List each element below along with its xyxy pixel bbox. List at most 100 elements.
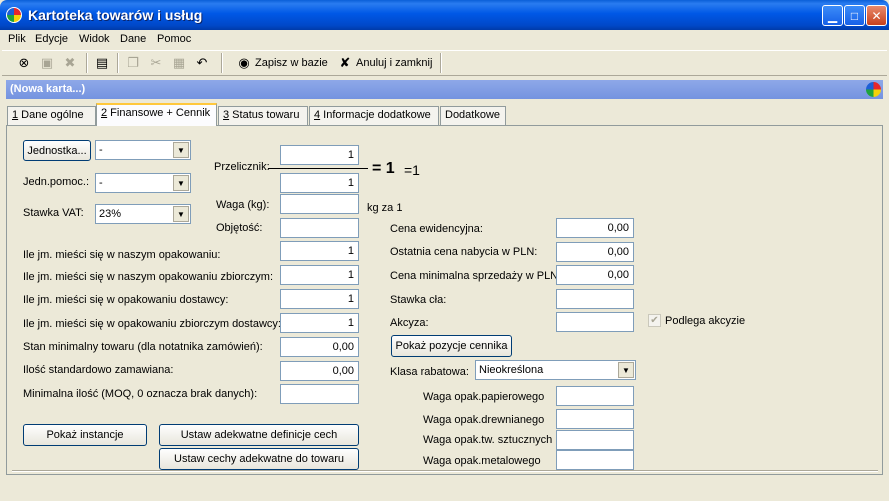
conversion-denominator-input[interactable]: 1 xyxy=(280,173,359,193)
packing-input[interactable]: 1 xyxy=(280,313,359,333)
weight-label: Waga (kg): xyxy=(216,199,270,211)
app-icon xyxy=(6,7,22,23)
price-input[interactable]: 0,00 xyxy=(556,265,634,285)
volume-input[interactable] xyxy=(280,218,359,238)
pack-weight-label: Waga opak.papierowego xyxy=(423,391,545,403)
menu-pomoc[interactable]: Pomoc xyxy=(157,33,191,45)
set-features-button[interactable]: Ustaw cechy adekwatne do towaru xyxy=(159,448,359,470)
conversion-result-small: =1 xyxy=(404,162,420,178)
aux-unit-label: Jedn.pomoc.: xyxy=(23,176,90,188)
close-icon: ✕ xyxy=(871,8,882,23)
discount-combo[interactable]: Nieokreślona ▼ xyxy=(475,360,636,380)
discount-label: Klasa rabatowa: xyxy=(390,366,469,378)
std-order-label: Ilość standardowo zamawiana: xyxy=(23,364,174,376)
show-instances-button[interactable]: Pokaż instancje xyxy=(23,424,147,446)
price-input[interactable]: 0,00 xyxy=(556,218,634,238)
copy-icon[interactable]: ❐ xyxy=(124,54,142,72)
pack-weight-label: Waga opak.drewnianego xyxy=(423,414,545,426)
discount-value: Nieokreślona xyxy=(479,364,544,376)
menu-widok[interactable]: Widok xyxy=(79,33,110,45)
pack-weight-input[interactable] xyxy=(556,430,634,450)
excise-input[interactable] xyxy=(556,312,634,332)
status-icon xyxy=(866,82,881,97)
weight-input[interactable] xyxy=(280,194,359,214)
price-label: Cena ewidencyjna: xyxy=(390,223,483,235)
packing-label: Ile jm. mieści się w naszym opakowaniu: xyxy=(23,249,221,261)
min-stock-input[interactable]: 0,00 xyxy=(280,337,359,357)
aux-unit-value: - xyxy=(99,177,103,189)
undo-icon[interactable]: ↶ xyxy=(193,54,211,72)
vat-value: 23% xyxy=(99,208,122,220)
pack-weight-input[interactable] xyxy=(556,386,634,406)
min-stock-label: Stan minimalny towaru (dla notatnika zam… xyxy=(23,341,263,353)
pack-weight-label: Waga opak.tw. sztucznych xyxy=(423,434,553,446)
tab-label: Dane ogólne xyxy=(18,109,84,121)
pack-weight-input[interactable] xyxy=(556,450,634,470)
moq-label: Minimalna ilość (MOQ, 0 oznacza brak dan… xyxy=(23,388,258,400)
excise-checkbox[interactable]: ✔ xyxy=(648,314,661,327)
pack-weight-label: Waga opak.metalowego xyxy=(423,455,541,467)
weight-suffix: kg za 1 xyxy=(367,202,403,214)
close-button[interactable]: ✕ xyxy=(866,5,887,26)
set-definitions-button[interactable]: Ustaw adekwatne definicje cech xyxy=(159,424,359,446)
record-band: (Nowa karta...) xyxy=(6,80,883,99)
toolbar-separator xyxy=(86,53,88,73)
vat-label: Stawka VAT: xyxy=(23,207,84,219)
cancel-icon: ✘ xyxy=(339,55,351,70)
duty-label: Stawka cła: xyxy=(390,294,447,306)
menu-plik[interactable]: Plik xyxy=(8,33,26,45)
tab-label: Dodatkowe xyxy=(445,109,501,121)
maximize-button[interactable]: □ xyxy=(844,5,865,26)
cut-icon[interactable]: ✂ xyxy=(147,54,165,72)
unit-button[interactable]: Jednostka... xyxy=(23,140,91,161)
chevron-down-icon[interactable]: ▼ xyxy=(618,362,634,378)
window-title: Kartoteka towarów i usług xyxy=(28,7,203,23)
show-price-positions-button[interactable]: Pokaż pozycje cennika xyxy=(391,335,512,357)
menu-edycje[interactable]: Edycje xyxy=(35,33,68,45)
std-order-input[interactable]: 0,00 xyxy=(280,361,359,381)
duty-input[interactable] xyxy=(556,289,634,309)
minimize-button[interactable]: ▁ xyxy=(822,5,843,26)
save-disk-icon[interactable]: ▣ xyxy=(38,54,56,72)
toolbar-separator xyxy=(440,53,442,73)
toolbar-separator xyxy=(221,53,223,73)
moq-input[interactable] xyxy=(280,384,359,404)
pack-weight-input[interactable] xyxy=(556,409,634,429)
chevron-down-icon[interactable]: ▼ xyxy=(173,175,189,191)
fraction-line xyxy=(268,168,368,169)
paste-icon[interactable]: ▦ xyxy=(170,54,188,72)
properties-icon[interactable]: ▤ xyxy=(93,54,111,72)
unit-value: - xyxy=(99,144,103,156)
price-input[interactable]: 0,00 xyxy=(556,242,634,262)
aux-unit-combo[interactable]: - ▼ xyxy=(95,173,191,193)
tab-label: Finansowe + Cennik xyxy=(107,107,211,119)
price-label: Cena minimalna sprzedaży w PLN: xyxy=(390,270,562,282)
packing-label: Ile jm. mieści się w opakowaniu zbiorczy… xyxy=(23,318,281,330)
packing-input[interactable]: 1 xyxy=(280,241,359,261)
save-db-icon: ◉ xyxy=(238,55,250,70)
packing-label: Ile jm. mieści się w naszym opakowaniu z… xyxy=(23,271,274,283)
packing-input[interactable]: 1 xyxy=(280,289,359,309)
price-label: Ostatnia cena nabycia w PLN: xyxy=(390,246,538,258)
packing-label: Ile jm. mieści się w opakowaniu dostawcy… xyxy=(23,294,229,306)
tab-dodatkowe[interactable]: Dodatkowe xyxy=(440,106,506,125)
conversion-result: = 1 xyxy=(372,160,395,177)
vat-combo[interactable]: 23% ▼ xyxy=(95,204,191,224)
tab-status-towaru[interactable]: 3 Status towaru xyxy=(218,106,308,125)
chevron-down-icon[interactable]: ▼ xyxy=(173,142,189,158)
chevron-down-icon[interactable]: ▼ xyxy=(173,206,189,222)
delete-icon[interactable]: ✖ xyxy=(61,54,79,72)
menu-dane[interactable]: Dane xyxy=(120,33,146,45)
unit-combo[interactable]: - ▼ xyxy=(95,140,191,160)
packing-input[interactable]: 1 xyxy=(280,265,359,285)
conversion-numerator-input[interactable]: 1 xyxy=(280,145,359,165)
tab-dane-ogolne[interactable]: 1 Dane ogólne xyxy=(7,106,96,125)
tab-finansowe-cennik[interactable]: 2 Finansowe + Cennik xyxy=(96,103,217,126)
save-button[interactable]: Zapisz w bazie xyxy=(255,57,328,69)
cancel-close-button[interactable]: Anuluj i zamknij xyxy=(356,57,432,69)
tab-informacje-dodatkowe[interactable]: 4 Informacje dodatkowe xyxy=(309,106,439,125)
tab-label: Informacje dodatkowe xyxy=(320,109,431,121)
toolbar-separator xyxy=(117,53,119,73)
exit-icon[interactable]: ⊗ xyxy=(15,54,33,72)
conversion-label: Przelicznik: xyxy=(214,161,270,173)
